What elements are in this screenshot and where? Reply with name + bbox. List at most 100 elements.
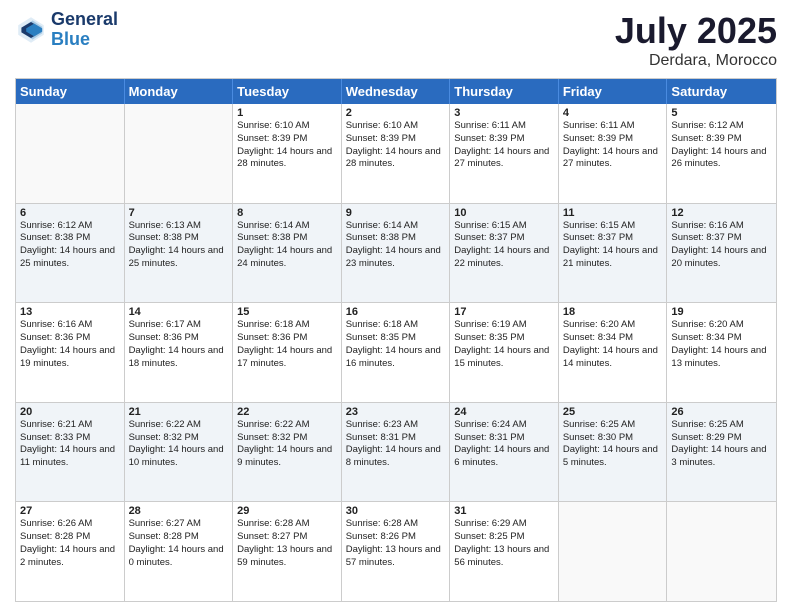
sunrise-text: Sunrise: 6:28 AM [237, 518, 337, 531]
sunset-text: Sunset: 8:33 PM [20, 432, 120, 445]
day-number: 25 [563, 406, 663, 418]
sunset-text: Sunset: 8:36 PM [20, 332, 120, 345]
day-number: 2 [346, 107, 446, 119]
sunrise-text: Sunrise: 6:14 AM [346, 220, 446, 233]
month-title: July 2025 [615, 10, 777, 52]
sunset-text: Sunset: 8:32 PM [237, 432, 337, 445]
sunset-text: Sunset: 8:27 PM [237, 531, 337, 544]
logo: General Blue [15, 10, 118, 50]
calendar-cell: 3Sunrise: 6:11 AMSunset: 8:39 PMDaylight… [450, 104, 559, 203]
daylight-text: Daylight: 14 hours and 8 minutes. [346, 444, 446, 470]
calendar-header: SundayMondayTuesdayWednesdayThursdayFrid… [16, 79, 776, 104]
daylight-text: Daylight: 14 hours and 25 minutes. [129, 245, 229, 271]
sunrise-text: Sunrise: 6:11 AM [563, 120, 663, 133]
calendar-cell: 8Sunrise: 6:14 AMSunset: 8:38 PMDaylight… [233, 204, 342, 303]
day-number: 26 [671, 406, 772, 418]
sunrise-text: Sunrise: 6:29 AM [454, 518, 554, 531]
weekday-sunday: Sunday [16, 79, 125, 104]
calendar-cell: 14Sunrise: 6:17 AMSunset: 8:36 PMDayligh… [125, 303, 234, 402]
daylight-text: Daylight: 14 hours and 17 minutes. [237, 345, 337, 371]
day-number: 7 [129, 207, 229, 219]
day-number: 23 [346, 406, 446, 418]
daylight-text: Daylight: 14 hours and 24 minutes. [237, 245, 337, 271]
day-number: 17 [454, 306, 554, 318]
daylight-text: Daylight: 13 hours and 59 minutes. [237, 544, 337, 570]
sunrise-text: Sunrise: 6:14 AM [237, 220, 337, 233]
day-number: 12 [671, 207, 772, 219]
calendar-cell [559, 502, 668, 601]
day-number: 24 [454, 406, 554, 418]
weekday-wednesday: Wednesday [342, 79, 451, 104]
weekday-saturday: Saturday [667, 79, 776, 104]
sunset-text: Sunset: 8:32 PM [129, 432, 229, 445]
day-number: 19 [671, 306, 772, 318]
day-number: 29 [237, 505, 337, 517]
sunrise-text: Sunrise: 6:21 AM [20, 419, 120, 432]
sunset-text: Sunset: 8:28 PM [129, 531, 229, 544]
calendar-cell: 31Sunrise: 6:29 AMSunset: 8:25 PMDayligh… [450, 502, 559, 601]
calendar-cell: 17Sunrise: 6:19 AMSunset: 8:35 PMDayligh… [450, 303, 559, 402]
calendar-cell: 23Sunrise: 6:23 AMSunset: 8:31 PMDayligh… [342, 403, 451, 502]
sunset-text: Sunset: 8:34 PM [563, 332, 663, 345]
sunrise-text: Sunrise: 6:22 AM [129, 419, 229, 432]
calendar-cell: 20Sunrise: 6:21 AMSunset: 8:33 PMDayligh… [16, 403, 125, 502]
sunset-text: Sunset: 8:38 PM [129, 232, 229, 245]
calendar-cell: 30Sunrise: 6:28 AMSunset: 8:26 PMDayligh… [342, 502, 451, 601]
calendar-row-2: 13Sunrise: 6:16 AMSunset: 8:36 PMDayligh… [16, 302, 776, 402]
day-number: 13 [20, 306, 120, 318]
title-block: July 2025 Derdara, Morocco [615, 10, 777, 70]
calendar-row-1: 6Sunrise: 6:12 AMSunset: 8:38 PMDaylight… [16, 203, 776, 303]
sunrise-text: Sunrise: 6:26 AM [20, 518, 120, 531]
day-number: 16 [346, 306, 446, 318]
sunrise-text: Sunrise: 6:28 AM [346, 518, 446, 531]
daylight-text: Daylight: 14 hours and 6 minutes. [454, 444, 554, 470]
sunrise-text: Sunrise: 6:23 AM [346, 419, 446, 432]
sunset-text: Sunset: 8:38 PM [237, 232, 337, 245]
sunset-text: Sunset: 8:39 PM [563, 133, 663, 146]
day-number: 10 [454, 207, 554, 219]
sunset-text: Sunset: 8:36 PM [237, 332, 337, 345]
calendar-cell: 12Sunrise: 6:16 AMSunset: 8:37 PMDayligh… [667, 204, 776, 303]
daylight-text: Daylight: 14 hours and 16 minutes. [346, 345, 446, 371]
calendar-cell: 11Sunrise: 6:15 AMSunset: 8:37 PMDayligh… [559, 204, 668, 303]
day-number: 28 [129, 505, 229, 517]
page-header: General Blue July 2025 Derdara, Morocco [15, 10, 777, 70]
calendar-row-0: 1Sunrise: 6:10 AMSunset: 8:39 PMDaylight… [16, 104, 776, 203]
sunrise-text: Sunrise: 6:13 AM [129, 220, 229, 233]
day-number: 3 [454, 107, 554, 119]
calendar-row-3: 20Sunrise: 6:21 AMSunset: 8:33 PMDayligh… [16, 402, 776, 502]
sunset-text: Sunset: 8:30 PM [563, 432, 663, 445]
daylight-text: Daylight: 14 hours and 2 minutes. [20, 544, 120, 570]
daylight-text: Daylight: 14 hours and 11 minutes. [20, 444, 120, 470]
daylight-text: Daylight: 14 hours and 28 minutes. [237, 146, 337, 172]
day-number: 27 [20, 505, 120, 517]
daylight-text: Daylight: 14 hours and 15 minutes. [454, 345, 554, 371]
sunset-text: Sunset: 8:39 PM [346, 133, 446, 146]
daylight-text: Daylight: 14 hours and 21 minutes. [563, 245, 663, 271]
calendar-cell: 4Sunrise: 6:11 AMSunset: 8:39 PMDaylight… [559, 104, 668, 203]
sunset-text: Sunset: 8:25 PM [454, 531, 554, 544]
day-number: 11 [563, 207, 663, 219]
day-number: 30 [346, 505, 446, 517]
logo-text: General Blue [51, 10, 118, 50]
daylight-text: Daylight: 14 hours and 27 minutes. [454, 146, 554, 172]
calendar-body: 1Sunrise: 6:10 AMSunset: 8:39 PMDaylight… [16, 104, 776, 601]
day-number: 31 [454, 505, 554, 517]
calendar-cell: 5Sunrise: 6:12 AMSunset: 8:39 PMDaylight… [667, 104, 776, 203]
calendar-cell: 16Sunrise: 6:18 AMSunset: 8:35 PMDayligh… [342, 303, 451, 402]
sunset-text: Sunset: 8:34 PM [671, 332, 772, 345]
calendar-cell: 18Sunrise: 6:20 AMSunset: 8:34 PMDayligh… [559, 303, 668, 402]
sunrise-text: Sunrise: 6:25 AM [563, 419, 663, 432]
calendar: SundayMondayTuesdayWednesdayThursdayFrid… [15, 78, 777, 602]
calendar-cell: 10Sunrise: 6:15 AMSunset: 8:37 PMDayligh… [450, 204, 559, 303]
daylight-text: Daylight: 14 hours and 13 minutes. [671, 345, 772, 371]
sunrise-text: Sunrise: 6:15 AM [563, 220, 663, 233]
daylight-text: Daylight: 14 hours and 0 minutes. [129, 544, 229, 570]
sunset-text: Sunset: 8:37 PM [454, 232, 554, 245]
sunset-text: Sunset: 8:31 PM [346, 432, 446, 445]
sunrise-text: Sunrise: 6:16 AM [20, 319, 120, 332]
sunrise-text: Sunrise: 6:10 AM [346, 120, 446, 133]
day-number: 20 [20, 406, 120, 418]
daylight-text: Daylight: 14 hours and 26 minutes. [671, 146, 772, 172]
day-number: 8 [237, 207, 337, 219]
